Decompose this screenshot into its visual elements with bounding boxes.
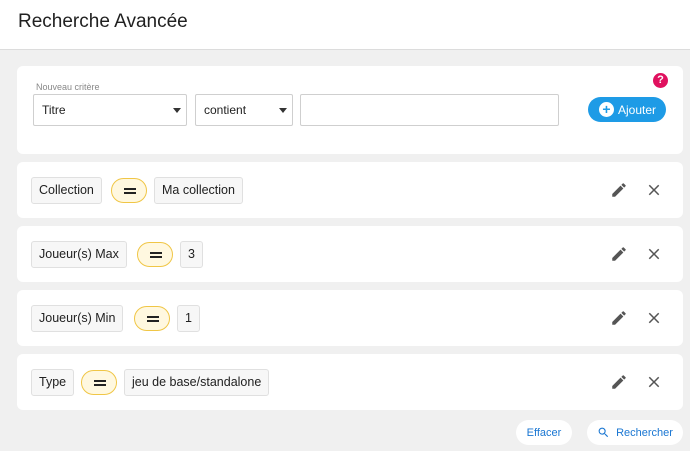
dropdown-arrow-icon xyxy=(173,108,181,113)
clear-button[interactable]: Effacer xyxy=(516,420,572,445)
operator-select-value: contient xyxy=(204,103,247,117)
filter-value-chip: Ma collection xyxy=(154,177,243,204)
page-header: Recherche Avancée xyxy=(0,0,690,50)
new-criterion-caption: Nouveau critère xyxy=(36,82,100,92)
page-title: Recherche Avancée xyxy=(18,11,188,32)
close-icon[interactable] xyxy=(645,309,663,327)
filter-value-chip: 1 xyxy=(177,305,200,332)
close-icon[interactable] xyxy=(645,181,663,199)
operator-select[interactable]: contient xyxy=(195,94,293,126)
edit-icon[interactable] xyxy=(610,181,628,199)
equals-operator-icon[interactable] xyxy=(111,178,147,203)
edit-icon[interactable] xyxy=(610,309,628,327)
filter-value-chip: 3 xyxy=(180,241,203,268)
add-criterion-button[interactable]: + Ajouter xyxy=(588,97,666,122)
filter-field-chip: Joueur(s) Min xyxy=(31,305,124,332)
filter-value-chip: jeu de base/standalone xyxy=(124,369,270,396)
search-button[interactable]: Rechercher xyxy=(587,420,683,445)
equals-operator-icon[interactable] xyxy=(134,306,170,331)
criterion-value-input[interactable] xyxy=(300,94,559,126)
filter-field-chip: Collection xyxy=(31,177,102,204)
filter-field-chip: Type xyxy=(31,369,75,396)
field-select-value: Titre xyxy=(42,103,66,117)
help-icon[interactable]: ? xyxy=(653,73,668,88)
edit-icon[interactable] xyxy=(610,245,628,263)
field-select[interactable]: Titre xyxy=(33,94,187,126)
close-icon[interactable] xyxy=(645,245,663,263)
equals-operator-icon[interactable] xyxy=(81,370,117,395)
filter-row: Joueur(s) Min 1 xyxy=(17,290,683,346)
filter-row: Joueur(s) Max 3 xyxy=(17,226,683,282)
dropdown-arrow-icon xyxy=(279,108,287,113)
close-icon[interactable] xyxy=(645,373,663,391)
filter-row: Collection Ma collection xyxy=(17,162,683,218)
filter-field-chip: Joueur(s) Max xyxy=(31,241,127,268)
plus-circle-icon: + xyxy=(599,102,614,117)
edit-icon[interactable] xyxy=(610,373,628,391)
equals-operator-icon[interactable] xyxy=(137,242,173,267)
search-button-label: Rechercher xyxy=(616,426,673,439)
search-icon xyxy=(598,427,609,438)
new-criterion-card: Nouveau critère ? Titre contient + Ajout… xyxy=(17,66,683,154)
add-button-label: Ajouter xyxy=(618,102,657,117)
filter-row: Type jeu de base/standalone xyxy=(17,354,683,410)
